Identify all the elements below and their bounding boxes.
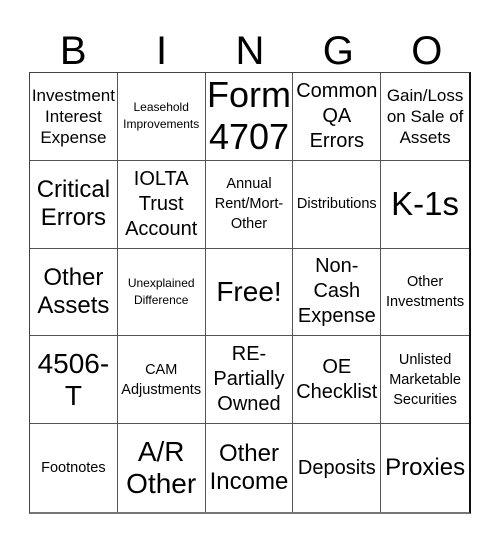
cell-label: Leasehold Improvements — [123, 100, 200, 132]
bingo-cell-r3c4[interactable]: Non-Cash Expense — [293, 248, 382, 337]
header-letter-g: G — [322, 29, 354, 73]
cell-label: Gain/Loss on Sale of Assets — [386, 85, 464, 147]
bingo-cell-r4c3[interactable]: RE-Partially Owned — [205, 336, 294, 425]
bingo-cell-r5c5[interactable]: Proxies — [381, 424, 469, 512]
bingo-cell-r4c2[interactable]: CAM Adjustments — [117, 336, 206, 425]
bingo-cell-r2c3[interactable]: Annual Rent/Mort-Other — [205, 160, 294, 249]
bingo-cell-r2c4[interactable]: Distributions — [293, 160, 382, 249]
cell-label: Non-Cash Expense — [297, 255, 376, 328]
bingo-cell-r3c2[interactable]: Unexplained Difference — [117, 248, 206, 337]
cell-label: A/R Other — [126, 436, 197, 500]
cell-label: Free! — [216, 275, 282, 307]
cell-label: Unexplained Difference — [127, 275, 195, 307]
cell-label: RE-Partially Owned — [213, 343, 285, 416]
bingo-cell-r5c1[interactable]: Footnotes — [30, 424, 118, 512]
cell-label: CAM Adjustments — [121, 361, 202, 398]
cell-label: Footnotes — [41, 460, 106, 477]
bingo-cell-r3c1[interactable]: Other Assets — [30, 248, 118, 337]
cell-label: Common QA Errors — [296, 79, 378, 152]
bingo-cell-r1c1[interactable]: Investment Interest Expense — [30, 73, 118, 161]
bingo-cell-r5c3[interactable]: Other Income — [206, 424, 294, 512]
bingo-cell-r1c3[interactable]: Form 4707 — [205, 73, 294, 161]
header-letter-b: B — [59, 29, 87, 73]
bingo-cell-r4c1[interactable]: 4506-T — [30, 336, 118, 425]
bingo-cell-r1c2[interactable]: Leasehold Improvements — [117, 73, 206, 161]
cell-label: Proxies — [385, 454, 466, 482]
cell-label: Distributions — [296, 196, 377, 213]
cell-label: Deposits — [297, 456, 376, 479]
bingo-cell-r1c5[interactable]: Gain/Loss on Sale of Assets — [381, 73, 469, 161]
cell-label: K-1s — [391, 185, 460, 223]
cell-label: Critical Errors — [36, 176, 111, 232]
bingo-card-grid: Investment Interest Expense Leasehold Im… — [29, 72, 471, 514]
bingo-cell-r5c2[interactable]: A/R Other — [118, 424, 206, 512]
cell-label: Other Assets — [37, 263, 110, 319]
bingo-header: B I N G O — [29, 25, 471, 73]
cell-label: Annual Rent/Mort-Other — [214, 176, 284, 233]
bingo-cell-r3c5[interactable]: Other Investments — [381, 249, 469, 337]
cell-label: Other Investments — [386, 273, 465, 310]
cell-label: Investment Interest Expense — [31, 85, 115, 147]
cell-label: IOLTA Trust Account — [125, 167, 198, 240]
bingo-cell-r3c3-free-space[interactable]: Free! — [205, 248, 294, 337]
bingo-cell-r2c2[interactable]: IOLTA Trust Account — [117, 160, 206, 249]
bingo-cell-r1c4[interactable]: Common QA Errors — [293, 73, 382, 161]
header-letter-o: O — [411, 29, 443, 73]
bingo-cell-r4c5[interactable]: Unlisted Marketable Securities — [381, 336, 469, 425]
header-letter-i: I — [156, 29, 168, 73]
bingo-cell-r2c5[interactable]: K-1s — [381, 161, 469, 249]
cell-label: Form 4707 — [206, 74, 291, 158]
bingo-cell-r4c4[interactable]: OE Checklist — [293, 336, 382, 425]
cell-label: OE Checklist — [296, 355, 378, 403]
cell-label: 4506-T — [37, 347, 110, 411]
header-letter-n: N — [235, 29, 265, 73]
cell-label: Unlisted Marketable Securities — [389, 351, 461, 408]
bingo-cell-r2c1[interactable]: Critical Errors — [30, 160, 118, 249]
bingo-cell-r5c4[interactable]: Deposits — [293, 424, 382, 512]
cell-label: Other Income — [209, 440, 289, 496]
